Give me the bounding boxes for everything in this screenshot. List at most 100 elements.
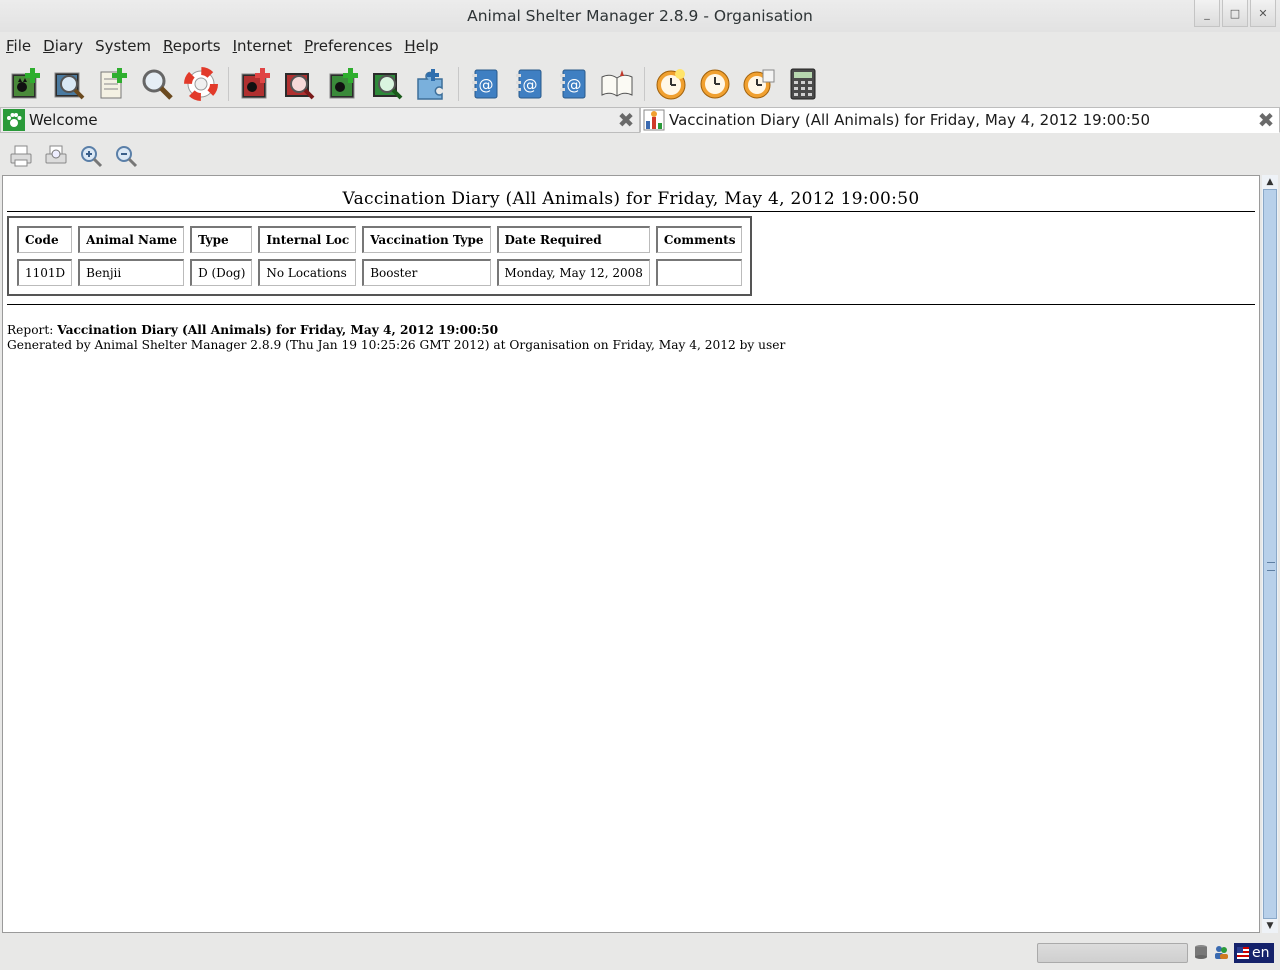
vertical-scrollbar[interactable]: ▲ ▼: [1262, 175, 1278, 933]
scrollbar-thumb[interactable]: [1263, 189, 1277, 919]
menu-internet[interactable]: Internet: [227, 37, 299, 55]
divider: [7, 304, 1255, 305]
add-found-animal-button[interactable]: [324, 65, 362, 103]
match-lost-found-icon: [417, 69, 443, 100]
print-icon: [10, 145, 32, 167]
scroll-down-icon[interactable]: ▼: [1262, 919, 1278, 933]
table-cell: Monday, May 12, 2008: [496, 259, 650, 286]
clock-button[interactable]: [696, 65, 734, 103]
book-icon: [601, 70, 633, 97]
find-lost-animal-button[interactable]: [280, 65, 318, 103]
match-lost-found-button[interactable]: [412, 65, 450, 103]
calculator-button[interactable]: [784, 65, 822, 103]
add-owner-button[interactable]: [94, 65, 132, 103]
menu-reports[interactable]: Reports: [157, 37, 227, 55]
find-lost-animal-icon: [285, 73, 315, 100]
table-cell: No Locations: [258, 259, 357, 286]
main-toolbar: @ @ @: [0, 62, 1280, 106]
close-icon[interactable]: ✖: [617, 110, 635, 130]
report-footer: Report: Vaccination Diary (All Animals) …: [7, 323, 1259, 352]
zoom-out-icon: [116, 146, 138, 168]
menu-file[interactable]: File: [0, 37, 37, 55]
database-icon: [1195, 945, 1207, 959]
add-animal-button[interactable]: [6, 65, 44, 103]
column-header: Type: [190, 226, 253, 253]
toolbar-separator: [644, 67, 645, 101]
zoom-in-icon: [81, 146, 103, 168]
table-cell: Benjii: [78, 259, 185, 286]
lifebuoy-icon: [184, 67, 218, 101]
tab-welcome[interactable]: Welcome ✖: [0, 107, 640, 133]
document-tabs: Welcome ✖ Vaccination Diary (All Animals…: [0, 107, 1280, 134]
language-indicator[interactable]: en: [1234, 943, 1274, 963]
toolbar-separator: [228, 67, 229, 101]
add-lost-animal-icon: [241, 68, 270, 99]
address-book-button[interactable]: @: [466, 65, 504, 103]
address-book-2-button[interactable]: @: [510, 65, 548, 103]
address-book-icon: @: [472, 69, 498, 99]
calculator-icon: [790, 68, 816, 100]
report-footer-name: Vaccination Diary (All Animals) for Frid…: [57, 323, 499, 337]
svg-text:@: @: [567, 76, 582, 94]
clock-tasks-button[interactable]: [740, 65, 778, 103]
scroll-up-icon[interactable]: ▲: [1262, 175, 1278, 189]
find-owner-button[interactable]: [138, 65, 176, 103]
clock-tasks-icon: [743, 69, 775, 99]
minimize-button[interactable]: _: [1194, 0, 1220, 27]
menu-diary[interactable]: Diary: [37, 37, 89, 55]
print-preview-button[interactable]: [43, 143, 69, 169]
find-animal-button[interactable]: [50, 65, 88, 103]
report-footer-label: Report:: [7, 323, 54, 337]
flag-icon: [1237, 947, 1249, 959]
table-cell: D (Dog): [190, 259, 253, 286]
add-animal-icon: [11, 68, 40, 99]
column-header: Date Required: [496, 226, 650, 253]
find-found-animal-icon: [373, 73, 403, 100]
status-bar: en: [0, 936, 1280, 970]
find-owner-icon: [142, 69, 173, 100]
diary-button[interactable]: [652, 65, 690, 103]
tab-vaccination-diary[interactable]: Vaccination Diary (All Animals) for Frid…: [640, 107, 1280, 133]
diary-clock-icon: [656, 69, 686, 100]
menu-system[interactable]: System: [89, 37, 157, 55]
print-preview-icon: [45, 145, 67, 164]
grip-icon: [1267, 562, 1275, 571]
window-titlebar: Animal Shelter Manager 2.8.9 - Organisat…: [0, 0, 1280, 32]
print-button[interactable]: [8, 143, 34, 169]
lifebuoy-button[interactable]: [182, 65, 220, 103]
language-code: en: [1252, 945, 1270, 961]
book-button[interactable]: [598, 65, 636, 103]
find-found-animal-button[interactable]: [368, 65, 406, 103]
menu-bar: File Diary System Reports Internet Prefe…: [0, 32, 1280, 60]
table-cell: Booster: [362, 259, 491, 286]
table-header-row: Code Animal Name Type Internal Loc Vacci…: [17, 226, 743, 253]
find-animal-icon: [54, 72, 85, 100]
window-controls: _ □ ✕: [1192, 0, 1276, 28]
menu-help[interactable]: Help: [398, 37, 444, 55]
zoom-out-button[interactable]: [113, 143, 139, 169]
add-lost-animal-button[interactable]: [236, 65, 274, 103]
report-table-frame: Code Animal Name Type Internal Loc Vacci…: [7, 216, 753, 296]
address-book-3-button[interactable]: @: [554, 65, 592, 103]
report-generated-line: Generated by Animal Shelter Manager 2.8.…: [7, 337, 786, 352]
progress-bar: [1037, 943, 1188, 963]
svg-text:@: @: [523, 76, 538, 94]
add-found-animal-icon: [329, 68, 358, 99]
divider: [7, 211, 1255, 212]
window-title: Animal Shelter Manager 2.8.9 - Organisat…: [467, 7, 813, 25]
menu-preferences[interactable]: Preferences: [298, 37, 398, 55]
report-view: Vaccination Diary (All Animals) for Frid…: [2, 175, 1260, 933]
table-cell: [655, 259, 743, 286]
address-book-2-icon: @: [516, 69, 542, 99]
tab-label: Welcome: [29, 111, 98, 129]
column-header: Vaccination Type: [362, 226, 491, 253]
clock-icon: [700, 69, 730, 99]
maximize-button[interactable]: □: [1222, 0, 1248, 27]
column-header: Internal Loc: [258, 226, 357, 253]
column-header: Code: [17, 226, 73, 253]
close-window-button[interactable]: ✕: [1250, 0, 1276, 27]
zoom-in-button[interactable]: [78, 143, 104, 169]
close-icon[interactable]: ✖: [1257, 110, 1275, 130]
table-row: 1101D Benjii D (Dog) No Locations Booste…: [17, 259, 743, 286]
report-footer-line: Report: Vaccination Diary (All Animals) …: [7, 323, 1259, 338]
